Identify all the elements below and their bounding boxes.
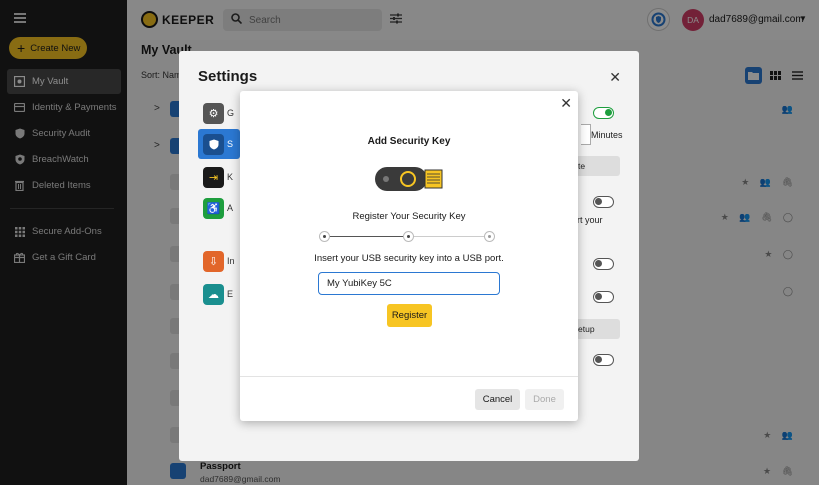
settings-item-accessibility[interactable]: ♿ A bbox=[198, 193, 240, 223]
settings-toggle[interactable] bbox=[593, 258, 614, 270]
settings-item-label: A bbox=[227, 203, 234, 213]
step-indicator bbox=[403, 231, 414, 242]
import-icon: ⇩ bbox=[203, 250, 224, 272]
minutes-label: Minutes bbox=[591, 130, 623, 140]
dialog-divider bbox=[240, 376, 578, 377]
minutes-input[interactable] bbox=[581, 124, 591, 145]
settings-title: Settings bbox=[198, 68, 258, 85]
settings-item-export[interactable]: ☁ E bbox=[198, 279, 240, 309]
settings-toggle[interactable] bbox=[593, 354, 614, 366]
settings-item-keeperfill[interactable]: ⇥ K bbox=[198, 162, 240, 192]
cloud-upload-icon: ☁ bbox=[203, 283, 224, 305]
close-icon[interactable]: ✕ bbox=[609, 69, 621, 86]
settings-toggle[interactable] bbox=[593, 196, 614, 208]
step-progress bbox=[319, 231, 495, 243]
gear-icon: ⚙ bbox=[203, 102, 224, 124]
done-button[interactable]: Done bbox=[525, 389, 564, 410]
dialog-subtitle: Register Your Security Key bbox=[352, 211, 466, 222]
settings-setup-button[interactable]: etup bbox=[576, 319, 620, 339]
security-key-icon bbox=[375, 165, 443, 196]
settings-item-import[interactable]: ⇩ In bbox=[198, 246, 240, 276]
step-track-complete bbox=[325, 236, 409, 237]
settings-description-fragment: rt your bbox=[577, 215, 603, 225]
settings-item-security[interactable]: S bbox=[198, 129, 240, 159]
settings-item-label: In bbox=[227, 256, 235, 266]
shield-icon bbox=[203, 133, 224, 155]
accessibility-icon: ♿ bbox=[203, 197, 224, 219]
settings-item-label: G bbox=[227, 108, 235, 118]
cancel-button[interactable]: Cancel bbox=[475, 389, 520, 410]
step-indicator bbox=[484, 231, 495, 242]
settings-toggle[interactable] bbox=[593, 107, 614, 119]
close-icon[interactable]: ✕ bbox=[560, 95, 572, 112]
settings-toggle[interactable] bbox=[593, 291, 614, 303]
keeperfill-icon: ⇥ bbox=[203, 166, 224, 188]
step-indicator bbox=[319, 231, 330, 242]
add-security-key-dialog: ✕ Add Security Key Register Your Securit… bbox=[240, 91, 578, 421]
settings-item-label: K bbox=[227, 172, 234, 182]
settings-item-label: S bbox=[227, 139, 234, 149]
dialog-instruction: Insert your USB security key into a USB … bbox=[314, 253, 504, 264]
settings-item-general[interactable]: ⚙ G bbox=[198, 98, 240, 128]
dialog-title: Add Security Key bbox=[367, 136, 451, 147]
register-button[interactable]: Register bbox=[387, 304, 432, 327]
security-key-name-input[interactable] bbox=[318, 272, 500, 295]
settings-item-label: E bbox=[227, 289, 234, 299]
settings-action-button[interactable]: te bbox=[576, 156, 620, 176]
